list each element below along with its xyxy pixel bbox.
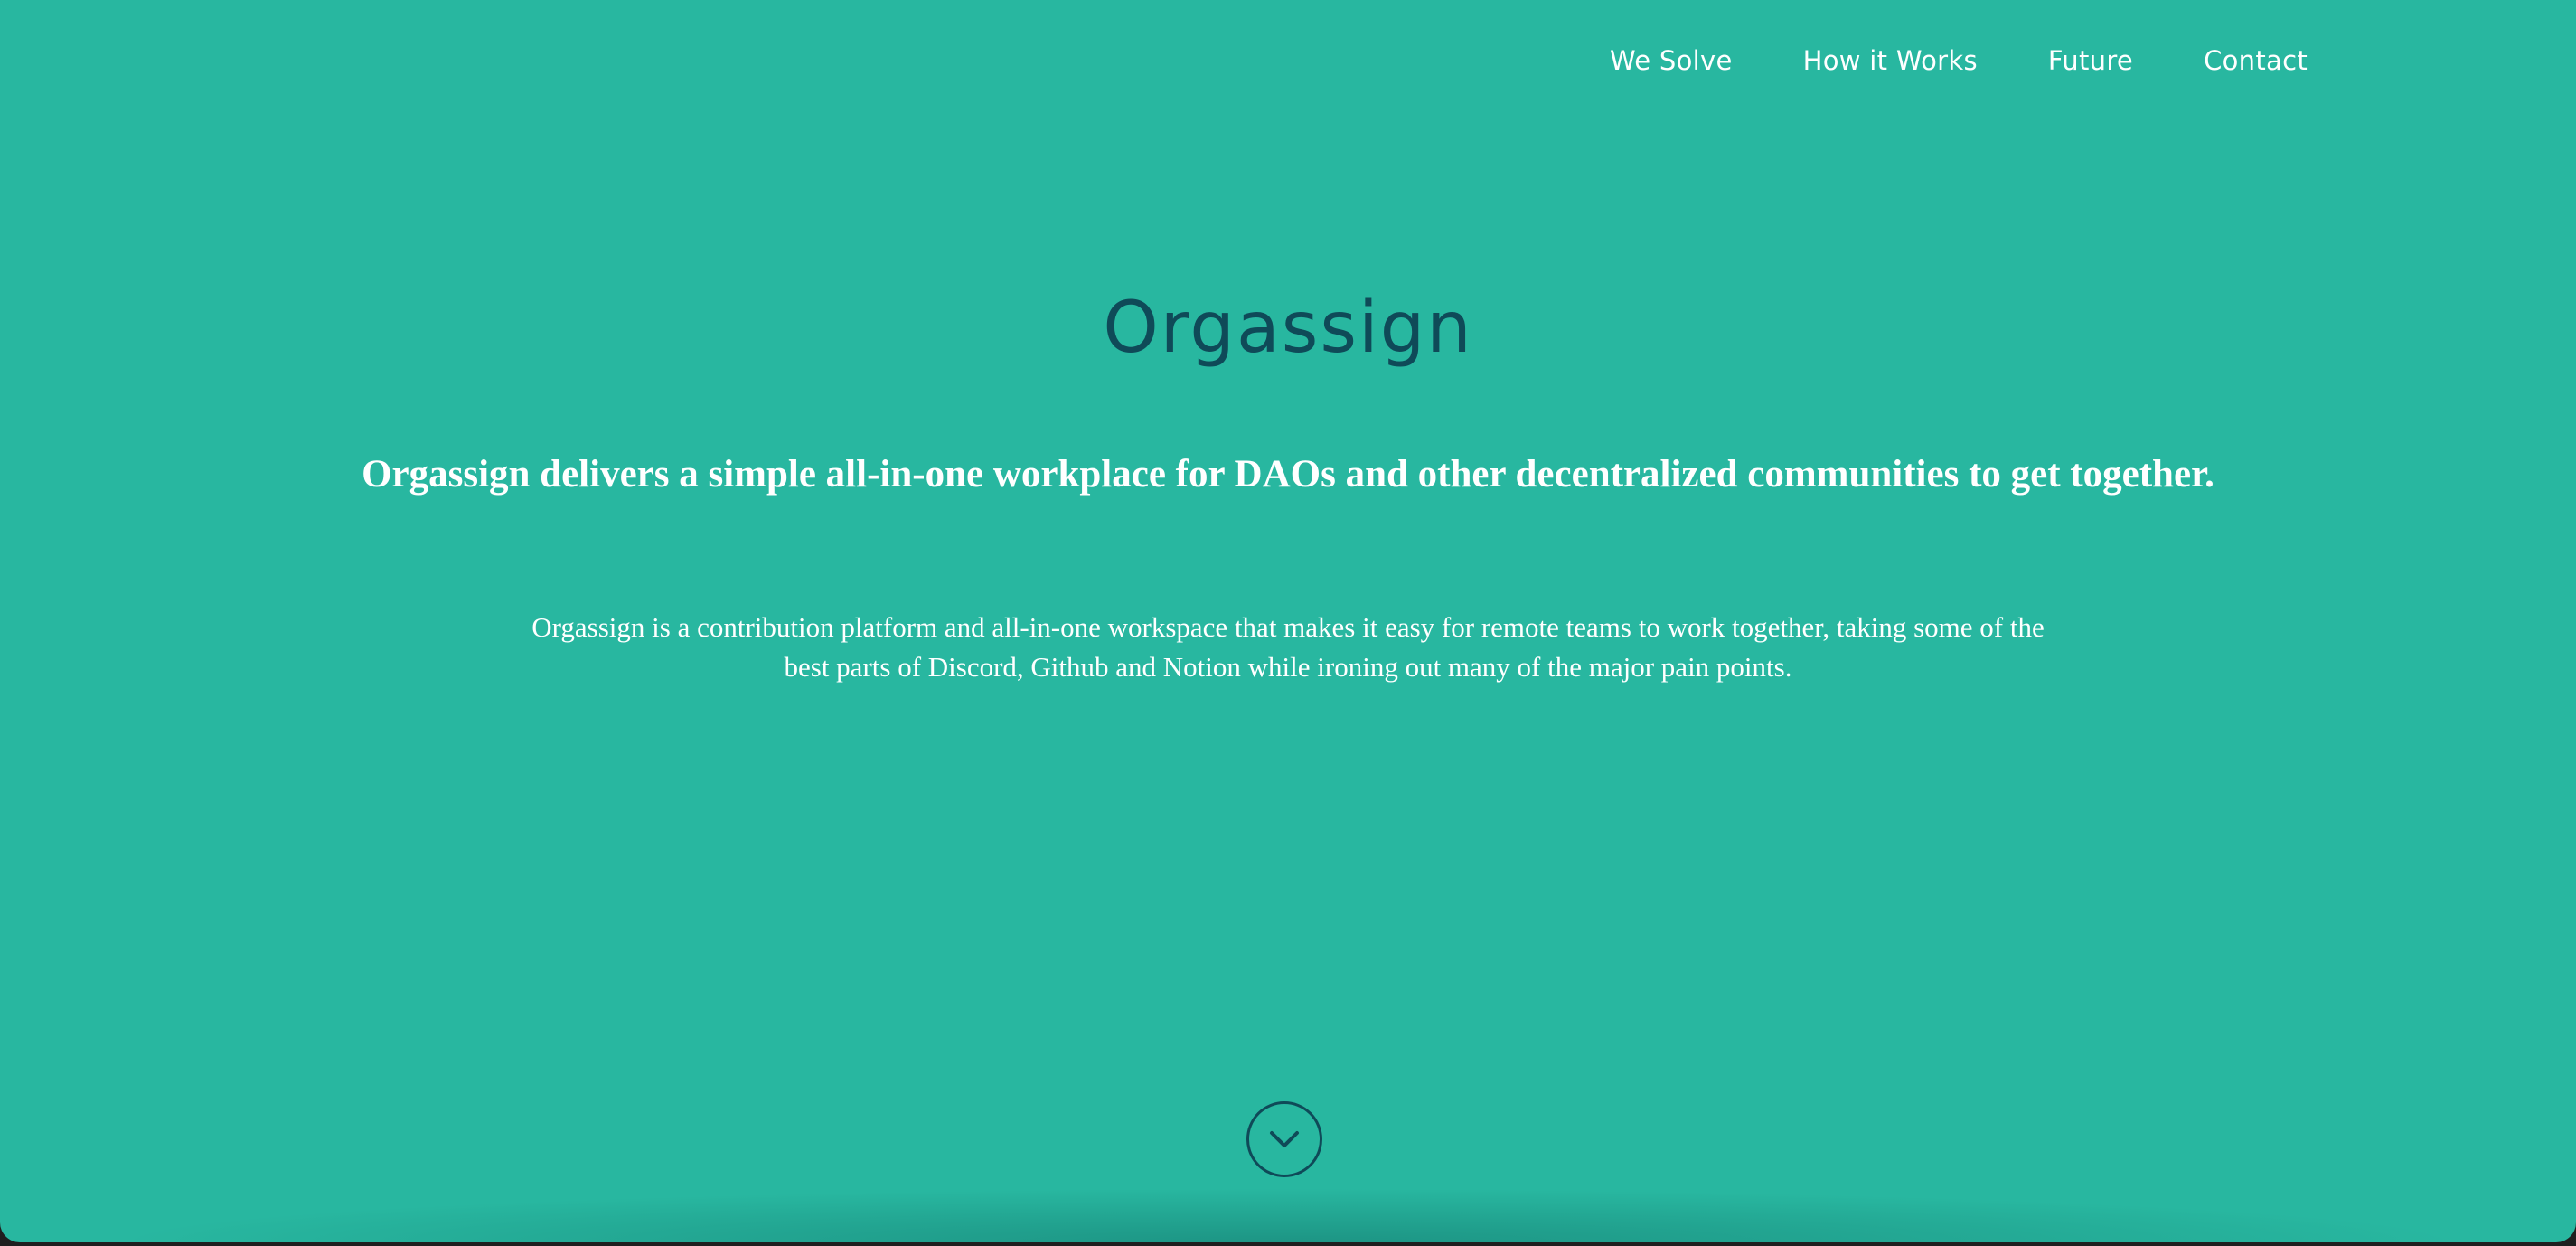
hero-title: Orgassign (1103, 288, 1473, 369)
landing-page: We Solve How it Works Future Contact Org… (0, 0, 2576, 1242)
scroll-down-button[interactable] (1246, 1101, 1322, 1177)
nav-link-how-it-works[interactable]: How it Works (1803, 45, 1978, 76)
hero-description: Orgassign is a contribution platform and… (429, 608, 2147, 687)
chevron-down-icon (1270, 1131, 1299, 1147)
hero-subtitle: Orgassign delivers a simple all-in-one w… (362, 453, 2214, 496)
nav-link-future[interactable]: Future (2048, 45, 2133, 76)
hero-description-line-1: Orgassign is a contribution platform and… (531, 611, 2045, 643)
nav-link-contact[interactable]: Contact (2204, 45, 2308, 76)
hero-description-line-2: best parts of Discord, Github and Notion… (784, 651, 1792, 683)
top-navigation: We Solve How it Works Future Contact (1610, 45, 2308, 76)
nav-link-we-solve[interactable]: We Solve (1610, 45, 1733, 76)
